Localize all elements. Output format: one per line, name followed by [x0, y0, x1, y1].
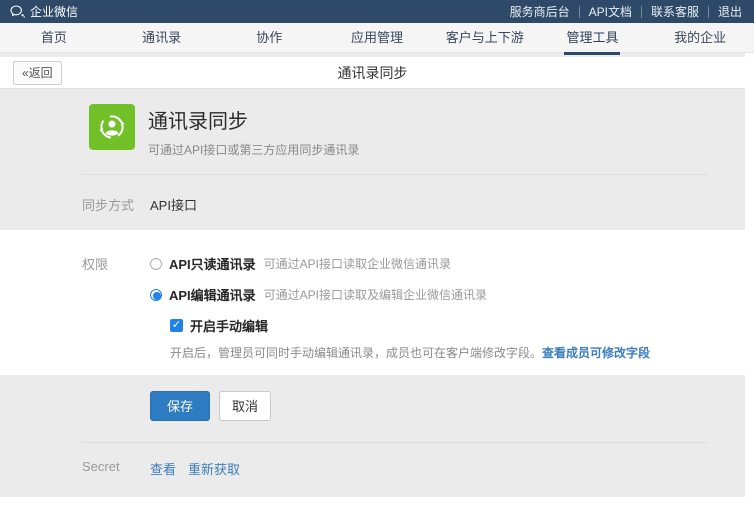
tab-management-tools[interactable]: 管理工具 — [539, 23, 647, 52]
radio-api-edit[interactable]: API编辑通讯录 可通过API接口读取及编辑企业微信通讯录 — [150, 285, 650, 304]
tab-customers-updownstream[interactable]: 客户与上下游 — [431, 23, 539, 52]
radio-api-readonly[interactable]: API只读通讯录 可通过API接口读取企业微信通讯录 — [150, 254, 650, 273]
cancel-button[interactable]: 取消 — [219, 391, 271, 421]
sync-method-row: 同步方式 API接口 — [0, 175, 745, 230]
tab-collaboration[interactable]: 协作 — [215, 23, 323, 52]
permissions-row: 权限 API只读通讯录 可通过API接口读取企业微信通讯录 API编辑通讯录 可… — [0, 254, 745, 361]
page-title: 通讯录同步 — [0, 63, 745, 83]
link-api-docs[interactable]: API文档 — [579, 6, 641, 18]
link-logout[interactable]: 退出 — [708, 6, 744, 18]
app-header: 通讯录同步 可通过API接口或第三方应用同步通讯录 — [0, 89, 745, 158]
chat-bubble-icon — [10, 5, 25, 18]
secret-refresh-link[interactable]: 重新获取 — [188, 459, 240, 478]
radio-checked-icon — [150, 289, 162, 301]
action-buttons: 保存 取消 — [0, 375, 745, 421]
manual-edit-checkbox[interactable]: ✓ 开启手动编辑 — [170, 316, 650, 335]
app-subtitle: 可通过API接口或第三方应用同步通讯录 — [148, 141, 359, 158]
save-button[interactable]: 保存 — [150, 391, 210, 421]
secret-row: Secret 查看 重新获取 — [0, 443, 745, 497]
manual-edit-desc: 开启后，管理员可同时手动编辑通讯录，成员也可在客户端修改字段。查看成员可修改字段 — [170, 344, 650, 361]
sync-method-label: 同步方式 — [82, 195, 150, 214]
tab-contacts[interactable]: 通讯录 — [108, 23, 216, 52]
secret-view-link[interactable]: 查看 — [150, 459, 176, 478]
tab-home[interactable]: 首页 — [0, 23, 108, 52]
secret-label: Secret — [82, 459, 150, 474]
tab-app-management[interactable]: 应用管理 — [323, 23, 431, 52]
tab-my-company[interactable]: 我的企业 — [646, 23, 754, 52]
sync-method-value: API接口 — [150, 195, 197, 214]
radio-icon — [150, 258, 162, 270]
contact-sync-icon — [89, 104, 135, 150]
app-title: 通讯录同步 — [148, 105, 359, 134]
brand-label: 企业微信 — [30, 3, 78, 20]
permissions-section: 权限 API只读通讯录 可通过API接口读取企业微信通讯录 API编辑通讯录 可… — [0, 230, 745, 375]
link-service-provider[interactable]: 服务商后台 — [501, 6, 579, 18]
back-button[interactable]: «返回 — [13, 61, 62, 85]
subheader: 通讯录同步 «返回 — [0, 57, 745, 89]
manual-edit-block: ✓ 开启手动编辑 开启后，管理员可同时手动编辑通讯录，成员也可在客户端修改字段。… — [170, 316, 650, 361]
permissions-label: 权限 — [82, 254, 150, 273]
content-area: 通讯录同步 可通过API接口或第三方应用同步通讯录 同步方式 API接口 权限 … — [0, 89, 745, 497]
checkbox-checked-icon: ✓ — [170, 319, 183, 332]
link-contact-support[interactable]: 联系客服 — [641, 6, 708, 18]
view-editable-fields-link[interactable]: 查看成员可修改字段 — [542, 346, 650, 360]
topbar-links: 服务商后台 API文档 联系客服 退出 — [501, 6, 744, 18]
brand[interactable]: 企业微信 — [10, 3, 78, 20]
main-nav: 首页 通讯录 协作 应用管理 客户与上下游 管理工具 我的企业 — [0, 23, 754, 53]
